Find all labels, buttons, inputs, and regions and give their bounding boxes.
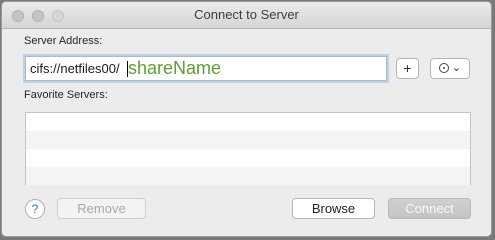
help-button[interactable]: ?	[25, 199, 45, 219]
list-item[interactable]	[26, 131, 470, 149]
connect-button[interactable]: Connect	[388, 198, 471, 219]
plus-icon: +	[403, 60, 412, 76]
favorite-servers-label: Favorite Servers:	[24, 89, 108, 101]
recent-servers-button[interactable]: ⌄	[430, 58, 470, 79]
list-item[interactable]	[26, 113, 470, 131]
server-address-value: cifs://netfiles00/	[30, 61, 120, 76]
list-item[interactable]	[26, 167, 470, 185]
clock-icon	[438, 63, 449, 73]
remove-button[interactable]: Remove	[57, 198, 146, 219]
window-title: Connect to Server	[194, 7, 299, 22]
share-name-token: shareName	[128, 58, 222, 78]
connect-to-server-window: Connect to Server Server Address: cifs:/…	[1, 1, 492, 237]
title-bar: Connect to Server	[2, 2, 491, 29]
favorite-servers-list[interactable]	[25, 112, 471, 185]
browse-button[interactable]: Browse	[292, 198, 375, 219]
question-mark-icon: ?	[31, 202, 39, 216]
list-item[interactable]	[26, 149, 470, 167]
server-address-label: Server Address:	[24, 35, 103, 47]
add-favorite-button[interactable]: +	[396, 58, 419, 79]
server-address-input[interactable]: cifs://netfiles00/ shareName	[25, 56, 387, 81]
chevron-down-icon: ⌄	[451, 62, 462, 74]
